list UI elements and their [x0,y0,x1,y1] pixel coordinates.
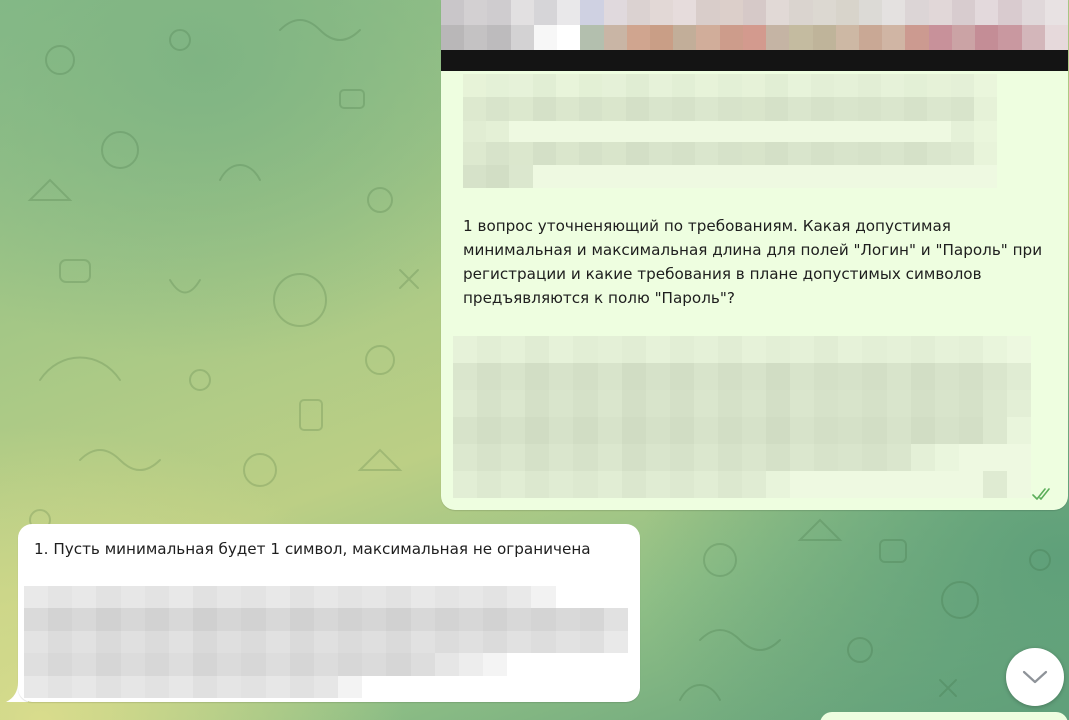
blurred-text-block [463,74,997,144]
chat-area[interactable]: 1 вопрос уточненяющий по требованиям. Ка… [0,0,1069,720]
blurred-image-strip [441,0,1068,50]
incoming-message-bubble[interactable]: 1. Пусть минимальная будет 1 символ, мак… [18,524,640,702]
blurred-text-block [24,586,628,698]
next-outgoing-message-bubble[interactable] [820,712,1068,720]
double-check-icon [1032,488,1050,500]
scroll-to-bottom-button[interactable] [1006,648,1064,706]
blurred-text-block [453,336,1031,498]
outgoing-message-bubble[interactable]: 1 вопрос уточненяющий по требованиям. Ка… [441,0,1068,510]
image-caption-bar [441,50,1068,71]
incoming-message-text: 1. Пусть минимальная будет 1 символ, мак… [34,540,591,558]
blurred-text-block [463,142,997,188]
outgoing-message-text: 1 вопрос уточненяющий по требованиям. Ка… [463,217,1043,307]
chevron-down-icon [1022,670,1048,684]
